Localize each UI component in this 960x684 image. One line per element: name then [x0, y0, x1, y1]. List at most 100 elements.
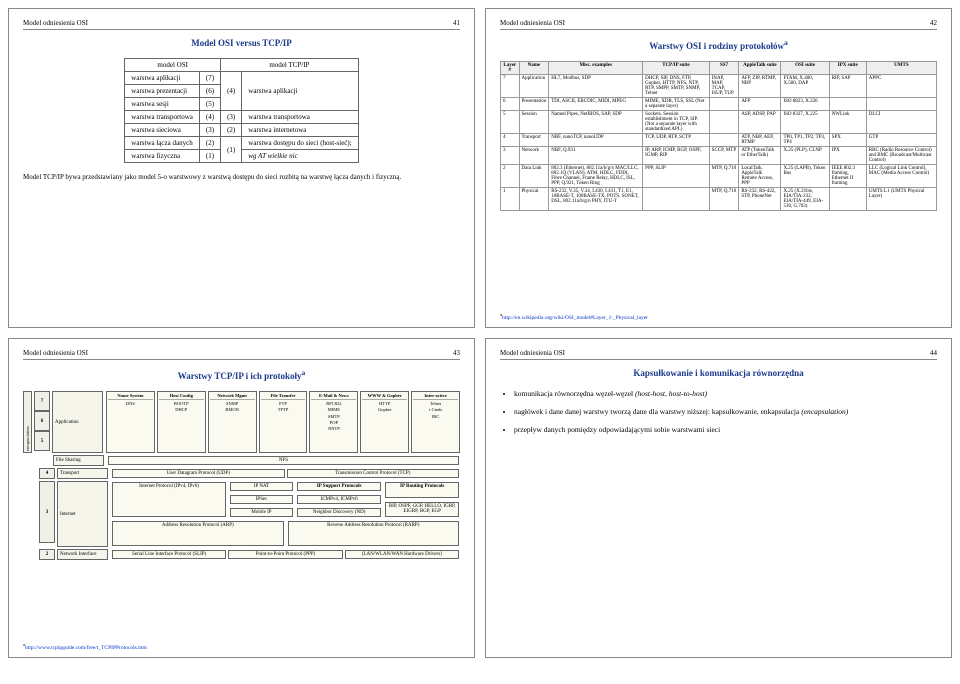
routing-items-box: RIP, OSPF, GGP, HELLO, IGRP, EIGRP, BGP,…	[385, 502, 459, 518]
header-right: 42	[930, 19, 937, 27]
icmp-box: ICMPv4, ICMPv6	[297, 495, 381, 504]
ppp-box: Point-to-Point Protocol (PPP)	[228, 550, 342, 559]
col-header: TCP/IP suite	[643, 62, 710, 75]
note-text: Model TCP/IP bywa przedstawiany jako mod…	[23, 173, 460, 183]
col-header: Misc. examples	[549, 62, 643, 75]
protocol-item: NNTP	[311, 426, 356, 432]
protocol-item: DHCP	[159, 407, 204, 413]
app-category-label: E-Mail & News	[311, 393, 356, 400]
table-row: 3NetworkNBF, Q.931IP, ARP, ICMP, BGP, OS…	[501, 147, 937, 165]
table-row: 7ApplicationHL7, Modbus, SDPDHCP, SIP, D…	[501, 75, 937, 98]
header-left: Model odniesienia OSI	[23, 19, 88, 27]
transport-label: Transport	[57, 468, 108, 479]
app-category: Name SystemDNS	[106, 391, 155, 453]
tcpip-protocol-diagram: encapsulation 7 6 5 Application Name Sys…	[23, 391, 460, 560]
slide-42: Model odniesienia OSI 42 Warstwy OSI i r…	[485, 8, 952, 328]
nfs-box: NFS	[108, 456, 459, 465]
layer-protocol-table: Layer #NameMisc. examplesTCP/IP suiteSS7…	[500, 61, 937, 211]
col-header: UMTS	[866, 62, 936, 75]
ipsec-box: IPSec	[230, 495, 293, 504]
footnote: ahttp://en.wikipedia.org/wiki/OSI_model#…	[500, 312, 648, 321]
ip-support-label: IP Support Protocols	[297, 482, 381, 491]
table-row: 1PhysicalRS-232, V.35, V.34, I.430, I.43…	[501, 188, 937, 211]
slide-title: Model OSI versus TCP/IP	[23, 38, 460, 48]
hw-drivers-box: (LAN/WLAN/WAN Hardware Drivers)	[345, 550, 459, 559]
layer-num-4: 4	[39, 468, 55, 479]
tcp-box: Transmission Control Protocol (TCP)	[287, 469, 460, 478]
app-category: WWW & GopherHTTPGopher	[360, 391, 409, 453]
layer-num-3: 3	[39, 481, 55, 543]
layer-num-6: 6	[34, 411, 50, 431]
table-row: warstwa sieciowa (3) (2) warstwa interne…	[125, 124, 358, 137]
col-header: Layer #	[501, 62, 520, 75]
bullet-list: komunikacja równorzędna węzeł-węzeł (hos…	[500, 388, 937, 436]
udp-box: User Datagram Protocol (UDP)	[112, 469, 285, 478]
slide-header: Model odniesienia OSI 42	[500, 19, 937, 30]
slide-title: Kapsułkowanie i komunikacja równorzędna	[500, 368, 937, 378]
footnote: ahttp://www.tcpipguide.com/free/t_TCPIPP…	[23, 642, 147, 651]
col-header: AppleTalk suite	[739, 62, 781, 75]
internet-label: Internet	[57, 481, 108, 547]
header-right: 41	[453, 19, 460, 27]
osi-tcpip-table: model OSI model TCP/IP warstwa aplikacji…	[124, 58, 358, 163]
table-row: warstwa fizyczna (1) wg AT wielkie nic	[125, 150, 358, 163]
header-left: Model odniesienia OSI	[500, 19, 565, 27]
slide-header: Model odniesienia OSI 44	[500, 349, 937, 360]
app-category-label: File Transfer	[261, 393, 306, 400]
slip-box: Serial Line Interface Protocol (SLIP)	[112, 550, 226, 559]
protocol-item: DNS	[108, 401, 153, 407]
col-header: Name	[519, 62, 549, 75]
slide-title: Warstwy TCP/IP i ich protokołya	[23, 368, 460, 381]
app-category-label: Host Config	[159, 393, 204, 400]
app-category: Inter-activeTelnetr CmdsIRC	[411, 391, 460, 453]
slide-43: Model odniesienia OSI 43 Warstwy TCP/IP …	[8, 338, 475, 658]
app-category: E-Mail & NewsRFC822MIMESMTPPOPNNTP	[309, 391, 358, 453]
application-group-label: Application	[52, 391, 103, 453]
slide-41: Model odniesienia OSI 41 Model OSI versu…	[8, 8, 475, 328]
header-left: Model odniesienia OSI	[500, 349, 565, 357]
table-row: warstwa łącza danych (2) (1) warstwa dos…	[125, 137, 358, 150]
col-osi: model OSI	[125, 59, 221, 72]
protocol-item: RMON	[210, 407, 255, 413]
ip-routing-label: IP Routing Protocols	[385, 482, 459, 498]
col-header: SS7	[709, 62, 739, 75]
protocol-item: TFTP	[261, 407, 306, 413]
ip-box: Internet Protocol (IPv4, IPv6)	[112, 482, 226, 517]
app-category: Network MgmtSNMPRMON	[208, 391, 257, 453]
col-header: IPX suite	[829, 62, 866, 75]
table-row: 5SessionNamed Pipes, NetBIOS, SAP, SDPSo…	[501, 111, 937, 134]
mobileip-box: Mobile IP	[230, 508, 293, 517]
slide-title: Warstwy OSI i rodziny protokołówa	[500, 38, 937, 51]
list-item: nagłówek i dane danej warstwy tworzą dan…	[514, 406, 937, 418]
table-row: 2Data Link802.3 (Ethernet), 802.11a/b/g/…	[501, 165, 937, 188]
app-category-label: Inter-active	[413, 393, 458, 400]
slide-header: Model odniesienia OSI 43	[23, 349, 460, 360]
table-row: 4TransportNBF, nanoTCP, nanoUDPTCP, UDP,…	[501, 134, 937, 147]
col-header: OSI suite	[781, 62, 829, 75]
slide-header: Model odniesienia OSI 41	[23, 19, 460, 30]
list-item: komunikacja równorzędna węzeł-węzeł (hos…	[514, 388, 937, 400]
file-sharing-label: File Sharing	[53, 455, 104, 466]
header-left: Model odniesienia OSI	[23, 349, 88, 357]
app-category-label: Network Mgmt	[210, 393, 255, 400]
table-row: 6PresentationTDI, ASCII, EBCDIC, MIDI, M…	[501, 98, 937, 111]
layer-num-2: 2	[39, 549, 55, 560]
layer-num-7: 7	[34, 391, 50, 411]
nd-box: Neighbor Discovery (ND)	[297, 508, 381, 517]
table-row: warstwa aplikacji (7) (4) warstwa aplika…	[125, 72, 358, 85]
header-right: 44	[930, 349, 937, 357]
network-interface-label: Network Interface	[57, 549, 108, 560]
header-right: 43	[453, 349, 460, 357]
encapsulation-label: encapsulation	[23, 391, 32, 453]
table-row: warstwa transportowa (4) (3) warstwa tra…	[125, 111, 358, 124]
app-category: File TransferFTPTFTP	[259, 391, 308, 453]
protocol-item: IRC	[413, 414, 458, 420]
list-item: przepływ danych pomiędzy odpowiadającymi…	[514, 424, 937, 436]
arp-box: Address Resolution Protocol (ARP)	[112, 521, 284, 546]
col-tcpip: model TCP/IP	[221, 59, 359, 72]
protocol-item: Gopher	[362, 407, 407, 413]
app-category-label: WWW & Gopher	[362, 393, 407, 400]
layer-num-5: 5	[34, 431, 50, 451]
app-category-label: Name System	[108, 393, 153, 400]
app-category: Host ConfigBOOTPDHCP	[157, 391, 206, 453]
